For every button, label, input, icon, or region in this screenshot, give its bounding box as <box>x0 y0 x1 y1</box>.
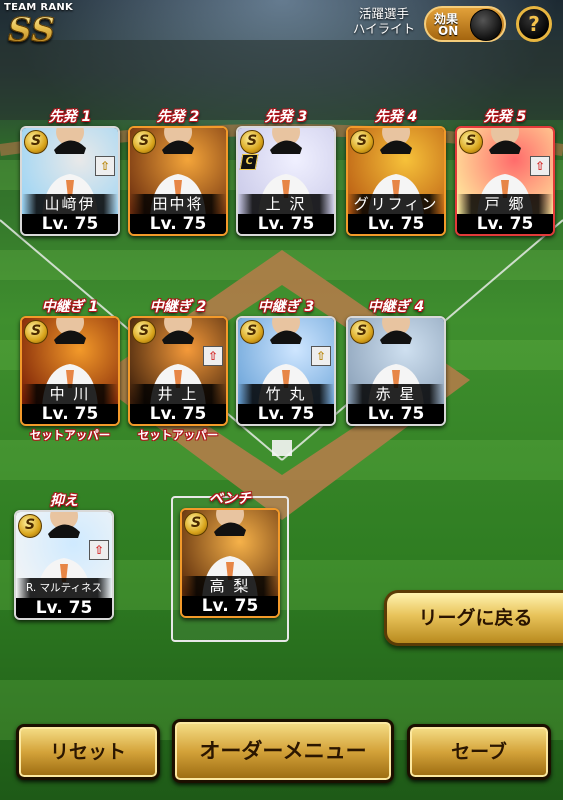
player-name: 山﨑伊 <box>22 194 118 215</box>
save-button[interactable]: セーブ <box>407 724 551 780</box>
rarity-badge-icon: S <box>184 512 208 536</box>
league-back-button[interactable]: リーグに戻る <box>384 590 563 646</box>
effect-toggle[interactable]: 効果 ON <box>424 6 506 42</box>
player-card[interactable]: SC 上 沢 Lv. 75 <box>236 126 336 236</box>
player-card[interactable]: S グリフィン Lv. 75 <box>346 126 446 236</box>
order-menu-button[interactable]: オーダーメニュー <box>172 719 394 783</box>
upgrade-arrow-icon: ⇧ <box>311 346 331 366</box>
player-card[interactable]: S ⇧ 山﨑伊 Lv. 75 <box>20 126 120 236</box>
position-label: 先発 4 <box>374 109 418 125</box>
upgrade-arrow-icon: ⇧ <box>95 156 115 176</box>
player-level: Lv. 75 <box>130 214 226 234</box>
role-label: セットアッパー <box>137 428 219 442</box>
toggle-knob-icon <box>470 9 502 41</box>
player-level: Lv. 75 <box>130 404 226 424</box>
reset-button[interactable]: リセット <box>16 724 160 780</box>
player-level: Lv. 75 <box>22 214 118 234</box>
position-label: 先発 3 <box>264 109 308 125</box>
rarity-badge-icon: S <box>132 320 156 344</box>
rarity-badge-icon: S <box>18 514 42 538</box>
position-label: ベンチ <box>209 491 251 507</box>
captain-badge-icon: C <box>239 154 259 170</box>
player-level: Lv. 75 <box>348 404 444 424</box>
position-label: 中継ぎ 2 <box>149 299 207 315</box>
help-button[interactable]: ? <box>516 6 552 42</box>
rarity-badge-icon: S <box>132 130 156 154</box>
player-level: Lv. 75 <box>348 214 444 234</box>
player-name: 上 沢 <box>238 194 334 215</box>
highlight-label-line1: 活躍選手 <box>358 6 409 21</box>
player-card[interactable]: S 中 川 Lv. 75 <box>20 316 120 426</box>
player-name: 赤 星 <box>348 384 444 405</box>
player-name: 高 梨 <box>182 576 278 597</box>
position-label: 抑え <box>50 493 78 509</box>
position-label: 先発 5 <box>483 109 527 125</box>
rarity-badge-icon: S <box>240 320 264 344</box>
player-name: R. マルティネス <box>16 578 112 599</box>
rarity-badge-icon: S <box>240 130 264 154</box>
player-card[interactable]: S 田中将 Lv. 75 <box>128 126 228 236</box>
player-card[interactable]: S ⇧ 井 上 Lv. 75 <box>128 316 228 426</box>
position-label: 中継ぎ 3 <box>257 299 315 315</box>
upgrade-arrow-icon: ⇧ <box>530 156 550 176</box>
highlight-label-line2: ハイライト <box>352 21 416 36</box>
rarity-badge-icon: S <box>350 320 374 344</box>
position-label: 中継ぎ 1 <box>41 299 99 315</box>
rarity-badge-icon: S <box>350 130 374 154</box>
player-name: グリフィン <box>348 194 444 215</box>
highlight-label: 活躍選手 ハイライト <box>349 6 419 36</box>
player-card[interactable]: S 高 梨 Lv. 75 <box>180 508 280 618</box>
player-card[interactable]: S ⇧ R. マルティネス Lv. 75 <box>14 510 114 620</box>
player-level: Lv. 75 <box>16 598 112 618</box>
player-name: 戸 郷 <box>457 194 553 215</box>
player-name: 竹 丸 <box>238 384 334 405</box>
effect-toggle-state: ON <box>438 24 459 38</box>
player-level: Lv. 75 <box>238 214 334 234</box>
rarity-badge-icon: S <box>24 130 48 154</box>
player-name: 中 川 <box>22 384 118 405</box>
team-rank-value: SS <box>8 10 56 50</box>
position-label: 先発 2 <box>156 109 200 125</box>
player-level: Lv. 75 <box>182 596 278 616</box>
player-name: 田中将 <box>130 194 226 215</box>
player-card[interactable]: S ⇧ 戸 郷 Lv. 75 <box>455 126 555 236</box>
player-name: 井 上 <box>130 384 226 405</box>
rarity-badge-icon: S <box>24 320 48 344</box>
player-level: Lv. 75 <box>238 404 334 424</box>
position-label: 先発 1 <box>48 109 92 125</box>
role-label: セットアッパー <box>29 428 111 442</box>
player-card[interactable]: S ⇧ 竹 丸 Lv. 75 <box>236 316 336 426</box>
upgrade-arrow-icon: ⇧ <box>203 346 223 366</box>
player-level: Lv. 75 <box>457 214 553 234</box>
player-card[interactable]: S 赤 星 Lv. 75 <box>346 316 446 426</box>
position-label: 中継ぎ 4 <box>367 299 425 315</box>
rarity-badge-icon: S <box>459 130 483 154</box>
player-level: Lv. 75 <box>22 404 118 424</box>
upgrade-arrow-icon: ⇧ <box>89 540 109 560</box>
